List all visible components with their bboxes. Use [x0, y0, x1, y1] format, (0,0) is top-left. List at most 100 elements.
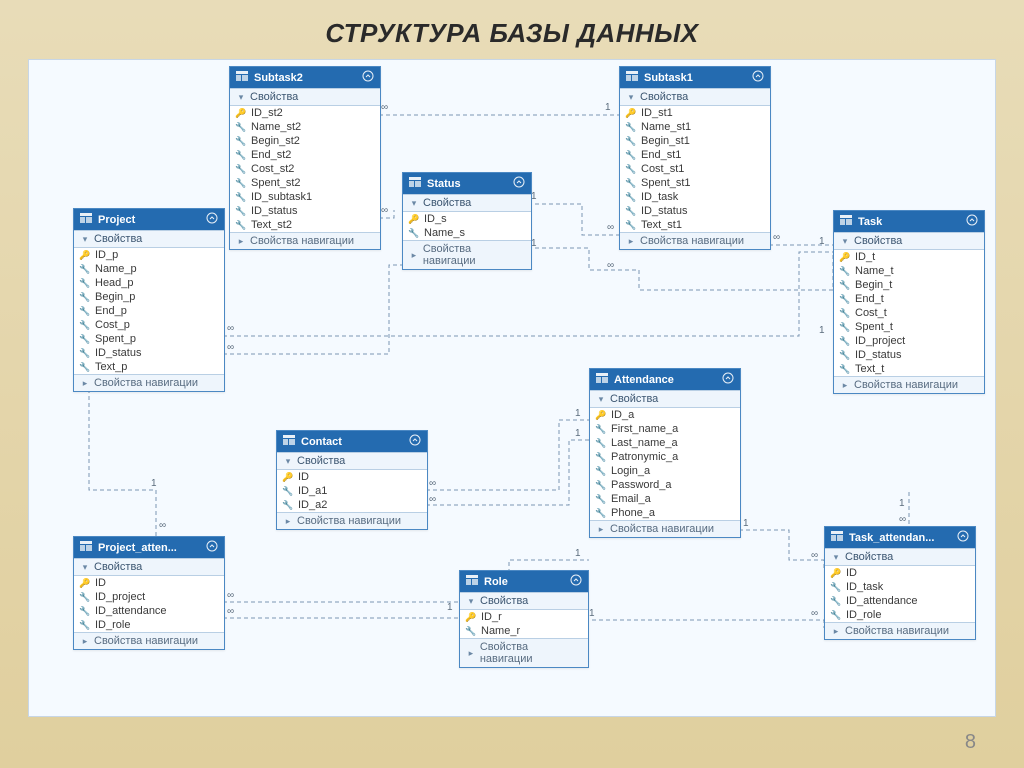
- entity-role[interactable]: Role▾Свойства🔑ID_r🔧Name_r▸Свойства навиг…: [459, 570, 589, 668]
- field-row[interactable]: 🔧Password_a: [590, 478, 740, 492]
- field-row[interactable]: 🔧ID_a1: [277, 484, 427, 498]
- collapse-icon[interactable]: [206, 540, 218, 555]
- entity-project-atten[interactable]: Project_atten...▾Свойства🔑ID🔧ID_project🔧…: [73, 536, 225, 650]
- field-row[interactable]: 🔧ID_role: [825, 608, 975, 622]
- properties-section[interactable]: ▾Свойства: [834, 232, 984, 250]
- entity-attendance[interactable]: Attendance▾Свойства🔑ID_a🔧First_name_a🔧La…: [589, 368, 741, 538]
- field-row[interactable]: 🔧ID_project: [74, 590, 224, 604]
- entity-header[interactable]: Task_attendan...: [825, 527, 975, 548]
- entity-header[interactable]: Subtask1: [620, 67, 770, 88]
- collapse-icon[interactable]: [362, 70, 374, 85]
- field-row[interactable]: 🔧Name_p: [74, 262, 224, 276]
- entity-subtask2[interactable]: Subtask2▾Свойства🔑ID_st2🔧Name_st2🔧Begin_…: [229, 66, 381, 250]
- field-row[interactable]: 🔧Name_r: [460, 624, 588, 638]
- field-row[interactable]: 🔧Spent_p: [74, 332, 224, 346]
- properties-section[interactable]: ▾Свойства: [74, 230, 224, 248]
- nav-properties-section[interactable]: ▸Свойства навигации: [277, 512, 427, 529]
- field-row[interactable]: 🔧Last_name_a: [590, 436, 740, 450]
- properties-section[interactable]: ▾Свойства: [403, 194, 531, 212]
- collapse-icon[interactable]: [513, 176, 525, 191]
- entity-task[interactable]: Task▾Свойства🔑ID_t🔧Name_t🔧Begin_t🔧End_t🔧…: [833, 210, 985, 394]
- collapse-icon[interactable]: [570, 574, 582, 589]
- field-row[interactable]: 🔧Name_s: [403, 226, 531, 240]
- field-row[interactable]: 🔧ID_a2: [277, 498, 427, 512]
- field-row[interactable]: 🔑ID_st2: [230, 106, 380, 120]
- field-row[interactable]: 🔧End_st1: [620, 148, 770, 162]
- entity-header[interactable]: Role: [460, 571, 588, 592]
- nav-properties-section[interactable]: ▸Свойства навигации: [834, 376, 984, 393]
- properties-section[interactable]: ▾Свойства: [825, 548, 975, 566]
- properties-section[interactable]: ▾Свойства: [460, 592, 588, 610]
- properties-section[interactable]: ▾Свойства: [74, 558, 224, 576]
- field-row[interactable]: 🔑ID: [74, 576, 224, 590]
- field-row[interactable]: 🔧Text_st2: [230, 218, 380, 232]
- nav-properties-section[interactable]: ▸Свойства навигации: [74, 632, 224, 649]
- nav-properties-section[interactable]: ▸Свойства навигации: [825, 622, 975, 639]
- collapse-icon[interactable]: [752, 70, 764, 85]
- field-row[interactable]: 🔑ID: [277, 470, 427, 484]
- nav-properties-section[interactable]: ▸Свойства навигации: [460, 638, 588, 667]
- field-row[interactable]: 🔧Begin_st2: [230, 134, 380, 148]
- field-row[interactable]: 🔑ID_a: [590, 408, 740, 422]
- field-row[interactable]: 🔧ID_status: [834, 348, 984, 362]
- entity-project[interactable]: Project▾Свойства🔑ID_p🔧Name_p🔧Head_p🔧Begi…: [73, 208, 225, 392]
- properties-section[interactable]: ▾Свойства: [277, 452, 427, 470]
- nav-properties-section[interactable]: ▸Свойства навигации: [403, 240, 531, 269]
- entity-header[interactable]: Contact: [277, 431, 427, 452]
- field-row[interactable]: 🔧ID_role: [74, 618, 224, 632]
- field-row[interactable]: 🔧Spent_st1: [620, 176, 770, 190]
- field-row[interactable]: 🔧Cost_t: [834, 306, 984, 320]
- collapse-icon[interactable]: [966, 214, 978, 229]
- field-row[interactable]: 🔧Name_st2: [230, 120, 380, 134]
- properties-section[interactable]: ▾Свойства: [620, 88, 770, 106]
- field-row[interactable]: 🔧ID_status: [620, 204, 770, 218]
- field-row[interactable]: 🔑ID_t: [834, 250, 984, 264]
- field-row[interactable]: 🔧ID_attendance: [74, 604, 224, 618]
- field-row[interactable]: 🔧First_name_a: [590, 422, 740, 436]
- collapse-icon[interactable]: [957, 530, 969, 545]
- field-row[interactable]: 🔧Name_st1: [620, 120, 770, 134]
- entity-header[interactable]: Task: [834, 211, 984, 232]
- nav-properties-section[interactable]: ▸Свойства навигации: [590, 520, 740, 537]
- field-row[interactable]: 🔧ID_task: [825, 580, 975, 594]
- field-row[interactable]: 🔧Cost_st1: [620, 162, 770, 176]
- collapse-icon[interactable]: [409, 434, 421, 449]
- field-row[interactable]: 🔑ID_p: [74, 248, 224, 262]
- field-row[interactable]: 🔧End_t: [834, 292, 984, 306]
- field-row[interactable]: 🔧ID_task: [620, 190, 770, 204]
- field-row[interactable]: 🔧Login_a: [590, 464, 740, 478]
- properties-section[interactable]: ▾Свойства: [590, 390, 740, 408]
- field-row[interactable]: 🔧Patronymic_a: [590, 450, 740, 464]
- nav-properties-section[interactable]: ▸Свойства навигации: [620, 232, 770, 249]
- field-row[interactable]: 🔧ID_project: [834, 334, 984, 348]
- entity-header[interactable]: Status: [403, 173, 531, 194]
- entity-contact[interactable]: Contact▾Свойства🔑ID🔧ID_a1🔧ID_a2▸Свойства…: [276, 430, 428, 530]
- entity-header[interactable]: Project_atten...: [74, 537, 224, 558]
- field-row[interactable]: 🔧Begin_p: [74, 290, 224, 304]
- field-row[interactable]: 🔑ID_st1: [620, 106, 770, 120]
- nav-properties-section[interactable]: ▸Свойства навигации: [74, 374, 224, 391]
- field-row[interactable]: 🔧ID_attendance: [825, 594, 975, 608]
- field-row[interactable]: 🔧ID_status: [74, 346, 224, 360]
- field-row[interactable]: 🔧Begin_st1: [620, 134, 770, 148]
- field-row[interactable]: 🔧Text_p: [74, 360, 224, 374]
- entity-status[interactable]: Status▾Свойства🔑ID_s🔧Name_s▸Свойства нав…: [402, 172, 532, 270]
- field-row[interactable]: 🔧Begin_t: [834, 278, 984, 292]
- nav-properties-section[interactable]: ▸Свойства навигации: [230, 232, 380, 249]
- field-row[interactable]: 🔧Cost_p: [74, 318, 224, 332]
- field-row[interactable]: 🔧End_p: [74, 304, 224, 318]
- field-row[interactable]: 🔑ID_s: [403, 212, 531, 226]
- field-row[interactable]: 🔧Text_t: [834, 362, 984, 376]
- entity-subtask1[interactable]: Subtask1▾Свойства🔑ID_st1🔧Name_st1🔧Begin_…: [619, 66, 771, 250]
- entity-header[interactable]: Attendance: [590, 369, 740, 390]
- field-row[interactable]: 🔧Email_a: [590, 492, 740, 506]
- field-row[interactable]: 🔑ID: [825, 566, 975, 580]
- field-row[interactable]: 🔧Spent_t: [834, 320, 984, 334]
- entity-header[interactable]: Project: [74, 209, 224, 230]
- field-row[interactable]: 🔧Head_p: [74, 276, 224, 290]
- field-row[interactable]: 🔧Spent_st2: [230, 176, 380, 190]
- field-row[interactable]: 🔧Name_t: [834, 264, 984, 278]
- field-row[interactable]: 🔧Cost_st2: [230, 162, 380, 176]
- entity-header[interactable]: Subtask2: [230, 67, 380, 88]
- collapse-icon[interactable]: [722, 372, 734, 387]
